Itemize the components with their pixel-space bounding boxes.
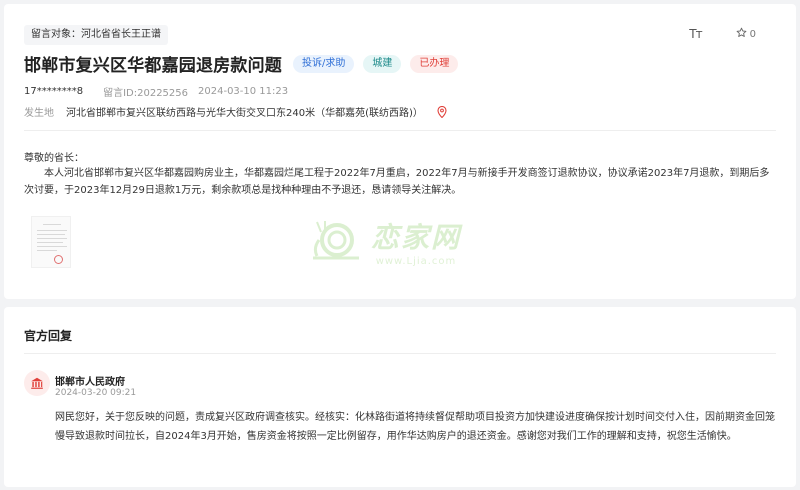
reply-section-title: 官方回复 [24,329,73,343]
author: 17********8 [24,86,84,97]
snail-logo-icon [309,218,363,266]
meta-row: 17********8 留言ID:20225256 2024-03-10 11:… [24,84,288,99]
message-greeting: 尊敬的省长： [24,153,84,164]
location-value: 河北省邯郸市复兴区联纺西路与光华大街交叉口东240米（华都嘉苑(联纺西路)） [66,108,423,119]
watermark-brand: 恋家网 [371,221,462,254]
status-badge: 已办理 [410,54,459,73]
type-badge: 投诉/求助 [293,54,355,73]
title-row: 邯郸市复兴区华都嘉园退房款问题 投诉/求助 城建 已办理 [24,51,459,76]
star-count: 0 [749,28,756,40]
location-row: 发生地 河北省邯郸市复兴区联纺西路与光华大街交叉口东240米（华都嘉苑(联纺西路… [24,104,447,119]
page-title: 邯郸市复兴区华都嘉园退房款问题 [24,56,282,76]
reply-card: 官方回复 邯郸市人民政府 2024-03-20 09:21 网民您好，关于您反映… [4,307,796,487]
map-pin-icon[interactable] [437,105,447,118]
reply-text: 网民您好，关于您反映的问题，责成复兴区政府调查核实。经核实：化林路街道将持续督促… [55,412,775,442]
favorite-button[interactable]: 0 [736,27,756,41]
attachment-thumbnail[interactable] [31,216,71,268]
message-body: 本人河北省邯郸市复兴区华都嘉园购房业主，华都嘉园烂尾工程于2022年7月重启，2… [24,168,770,196]
seal-icon [54,255,63,264]
reply-department: 邯郸市人民政府 [55,377,125,388]
watermark-text: 恋家网 www.Ljia.com [371,216,461,267]
font-size-button[interactable]: Tт [689,27,702,41]
message-target-tag: 留言对象：河北省省长王正谱 [24,25,168,45]
location-label: 发生地 [24,108,54,119]
message-id: 留言ID:20225256 [103,88,189,99]
toolbar: Tт 0 [689,27,756,41]
watermark-url: www.Ljia.com [375,256,457,267]
message-date: 2024-03-10 11:23 [198,86,289,97]
message-card: 留言对象：河北省省长王正谱 Tт 0 邯郸市复兴区华都嘉园退房款问题 投诉/求助… [4,4,796,299]
watermark: 恋家网 www.Ljia.com [309,216,461,267]
reply-time: 2024-03-20 09:21 [55,388,137,398]
divider [24,130,776,131]
divider [24,353,776,354]
area-badge: 城建 [363,54,402,73]
target-label: 留言对象： [31,29,81,40]
star-icon [736,27,747,41]
government-building-icon [24,370,50,396]
target-value: 河北省省长王正谱 [81,29,161,40]
